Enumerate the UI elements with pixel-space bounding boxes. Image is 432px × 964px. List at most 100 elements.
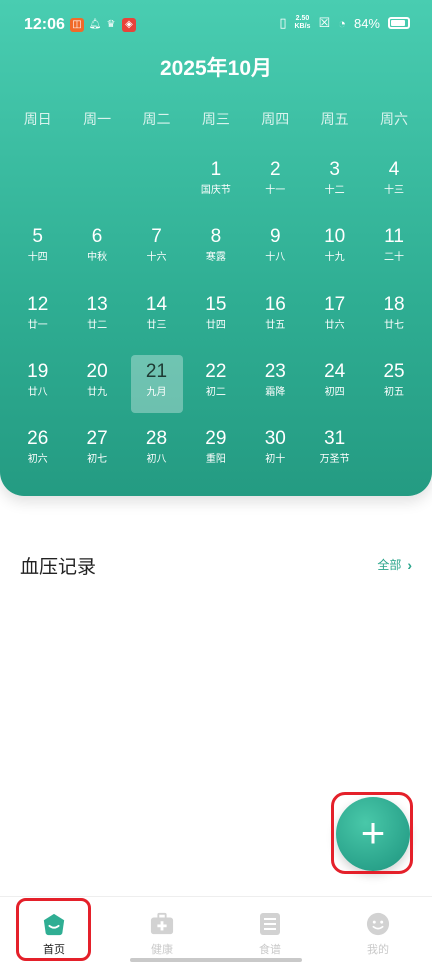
lunar-label: 初五	[384, 386, 405, 398]
plus-icon: +	[360, 809, 386, 856]
day-cell[interactable]: 22 初二	[186, 354, 245, 421]
day-cell[interactable]: 20 廿九	[67, 354, 126, 421]
weekday-label: 周五	[320, 111, 349, 127]
add-record-button[interactable]: +	[336, 797, 410, 871]
bottom-nav: 首页 健康 食谱 我的	[0, 896, 432, 964]
day-cell[interactable]: 11 二十	[364, 219, 423, 286]
day-number: 20	[86, 360, 108, 382]
app-notification-icon: ◫	[70, 18, 84, 32]
day-number: 9	[269, 226, 281, 248]
day-cell[interactable]: 4 十三	[364, 152, 423, 219]
weekday-label: 周四	[261, 111, 290, 127]
lunar-label: 十一	[265, 185, 286, 196]
weekday-label: 周三	[201, 111, 230, 127]
day-cell[interactable]: 7 十六	[127, 219, 186, 286]
gesture-bar[interactable]	[130, 958, 302, 962]
day-cell[interactable]: 19 廿八	[8, 354, 67, 421]
empty-cell	[8, 152, 67, 219]
lunar-label: 寒露	[205, 252, 226, 264]
day-number: 15	[205, 293, 227, 315]
lunar-label: 十三	[384, 185, 405, 196]
app-badge-icon: ◈	[122, 18, 136, 32]
day-cell[interactable]: 14 廿三	[127, 287, 186, 354]
lunar-label: 廿二	[87, 319, 108, 331]
lunar-label: 国庆节	[200, 185, 231, 196]
day-number: 7	[151, 226, 162, 248]
day-number: 13	[86, 293, 108, 315]
nav-health[interactable]: 健康	[108, 897, 216, 964]
lunar-label: 廿七	[384, 319, 405, 331]
day-cell[interactable]: 29 重阳	[186, 421, 245, 488]
day-cell[interactable]: 13 廿二	[67, 287, 126, 354]
day-cell[interactable]: 27 初七	[67, 421, 126, 488]
crown-icon: ♛	[106, 19, 116, 30]
day-cell[interactable]: 1 国庆节	[186, 152, 245, 219]
day-cell[interactable]: 31 万圣节	[305, 421, 364, 488]
nav-recipes[interactable]: 食谱	[216, 897, 324, 964]
day-cell[interactable]: 9 十八	[246, 219, 305, 286]
weekday-label: 周二	[142, 111, 171, 127]
day-cell-selected[interactable]: 21 九月	[127, 354, 186, 421]
lunar-label: 廿五	[265, 319, 286, 331]
lunar-label: 十二	[324, 185, 345, 196]
lunar-label: 廿九	[87, 386, 108, 398]
day-cell[interactable]: 5 十四	[8, 219, 67, 286]
empty-cell	[67, 152, 126, 219]
lunar-label: 廿八	[27, 386, 48, 398]
nav-health-label: 健康	[151, 944, 173, 956]
day-cell[interactable]: 17 廿六	[305, 287, 364, 354]
day-cell[interactable]: 26 初六	[8, 421, 67, 488]
day-cell[interactable]: 16 廿五	[246, 287, 305, 354]
lunar-label: 初二	[205, 386, 226, 398]
sim-off-icon: ☒	[318, 15, 331, 30]
day-cell[interactable]: 2 十一	[246, 152, 305, 219]
day-cell[interactable]: 23 霜降	[246, 354, 305, 421]
status-right: ▯ 2.50 KB/s ☒ ◔ 84%	[279, 15, 410, 31]
day-number: 28	[145, 428, 168, 450]
day-cell[interactable]: 3 十二	[305, 152, 364, 219]
day-cell[interactable]: 25 初五	[364, 354, 423, 421]
lunar-label: 初十	[265, 454, 286, 466]
lunar-label: 十九	[324, 252, 345, 264]
day-cell[interactable]: 8 寒露	[186, 219, 245, 286]
weekday-label: 周一	[83, 111, 112, 127]
day-number: 11	[384, 226, 404, 248]
day-number: 17	[324, 293, 346, 315]
lunar-label: 霜降	[265, 386, 286, 398]
net-speed: 2.50 KB/s	[294, 15, 311, 30]
day-cell[interactable]: 12 廿一	[8, 287, 67, 354]
day-cell[interactable]: 18 廿七	[364, 287, 423, 354]
day-number: 3	[329, 159, 340, 180]
nav-home[interactable]: 首页	[0, 897, 108, 964]
day-cell[interactable]: 28 初八	[127, 421, 186, 488]
day-number: 27	[86, 428, 108, 450]
day-number: 30	[264, 428, 286, 450]
day-cell[interactable]: 24 初四	[305, 354, 364, 421]
day-number: 4	[388, 159, 400, 180]
day-number: 24	[324, 360, 346, 382]
day-number: 2	[269, 159, 281, 180]
chevron-right-icon: ›	[407, 556, 412, 573]
lunar-label: 初四	[324, 386, 345, 398]
day-cell[interactable]: 10 十九	[305, 219, 364, 286]
lunar-label: 初七	[87, 454, 108, 466]
day-number: 31	[324, 428, 346, 450]
day-number: 14	[145, 293, 168, 315]
day-number: 22	[205, 360, 227, 382]
records-header: 血压记录 全部 ›	[20, 550, 412, 579]
battery-percent: 84%	[353, 15, 380, 31]
see-all-link[interactable]: 全部 ›	[377, 556, 412, 573]
weekday-label: 周六	[380, 111, 409, 127]
day-number: 8	[210, 226, 222, 248]
day-cell[interactable]: 30 初十	[246, 421, 305, 488]
wifi-icon: ◔	[338, 15, 346, 31]
list-icon	[258, 912, 282, 936]
lunar-label: 廿六	[324, 319, 345, 331]
day-cell[interactable]: 15 廿四	[186, 287, 245, 354]
weekday-label: 周日	[23, 111, 52, 127]
nav-mine[interactable]: 我的	[324, 897, 432, 964]
lunar-label: 重阳	[205, 454, 226, 466]
lunar-label: 万圣节	[319, 454, 350, 466]
status-bar: 12:06 ◫ 🔔︎ ♛ ◈ ▯ 2.50 KB/s ☒ ◔ 84%	[0, 0, 432, 50]
day-cell[interactable]: 6 中秋	[67, 219, 126, 286]
